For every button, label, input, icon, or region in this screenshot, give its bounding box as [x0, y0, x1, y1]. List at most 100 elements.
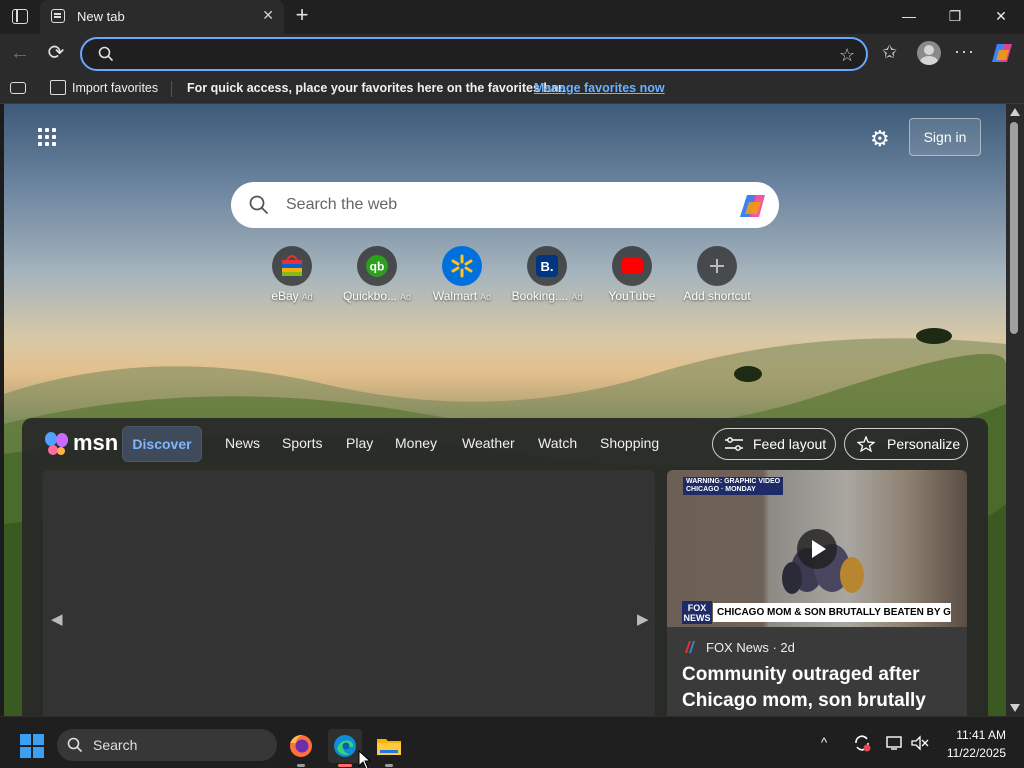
taskbar-file-explorer[interactable] [372, 729, 406, 767]
copilot-icon[interactable] [990, 42, 1014, 64]
shortcut-quickbooks[interactable]: qb Quickbo... Ad [335, 244, 419, 310]
tab-watch[interactable]: Watch [538, 435, 577, 451]
play-icon[interactable] [797, 529, 837, 569]
plus-icon [697, 246, 737, 286]
clock-time[interactable]: 11:41 AM [940, 728, 1006, 742]
quickbooks-icon: qb [357, 246, 397, 286]
newtab-page-icon [51, 9, 65, 23]
ebay-icon [272, 246, 312, 286]
carousel-prev-arrow-icon[interactable]: ◀ [51, 610, 63, 628]
msn-logo[interactable]: msn [44, 428, 118, 458]
taskbar-edge[interactable] [328, 729, 362, 767]
network-icon[interactable] [886, 735, 904, 751]
folder-icon [377, 739, 401, 755]
shortcut-label: Booking.... Ad [511, 289, 583, 303]
copilot-icon[interactable] [738, 192, 768, 220]
personalize-button[interactable]: Personalize [844, 428, 968, 460]
msn-butterfly-icon [45, 432, 68, 455]
restore-button[interactable]: ❐ [942, 5, 968, 27]
scroll-up-arrow-icon[interactable] [1010, 108, 1020, 116]
taskbar-firefox[interactable] [284, 729, 318, 767]
shortcut-label: Quickbo... Ad [342, 289, 412, 303]
add-shortcut-button[interactable]: Add shortcut [675, 244, 759, 310]
scroll-down-arrow-icon[interactable] [1010, 704, 1020, 712]
back-button[interactable]: ← [8, 41, 32, 65]
volume-muted-icon[interactable] [911, 735, 929, 751]
search-icon [249, 195, 269, 215]
taskbar-search-box[interactable]: Search [57, 729, 277, 761]
address-bar[interactable]: ☆ [80, 37, 868, 71]
divider [171, 81, 172, 97]
scrollbar-thumb[interactable] [1010, 122, 1018, 334]
import-icon[interactable] [50, 80, 66, 95]
running-indicator [297, 764, 305, 767]
favorites-bar-message: For quick access, place your favorites h… [187, 81, 566, 95]
feed-layout-button[interactable]: Feed layout [712, 428, 836, 460]
favorites-icon[interactable]: ✩ [882, 42, 897, 63]
svg-text:B.: B. [541, 259, 554, 274]
tab-weather[interactable]: Weather [462, 435, 515, 451]
shortcut-label: YouTube [608, 289, 656, 303]
page-settings-gear-icon[interactable]: ⚙ [870, 126, 890, 152]
mouse-cursor-icon [358, 750, 372, 768]
news-headline[interactable]: Community outraged after Chicago mom, so… [682, 662, 957, 714]
tab-news[interactable]: News [225, 435, 260, 451]
refresh-button[interactable]: ⟳ [44, 41, 68, 65]
search-placeholder[interactable]: Search the web [286, 196, 397, 214]
taskbar-search-label: Search [93, 737, 138, 753]
firefox-icon [290, 735, 312, 757]
sparkle-star-icon [857, 436, 875, 452]
tab-actions-icon[interactable] [12, 9, 28, 24]
shortcut-walmart[interactable]: Walmart Ad [420, 244, 504, 310]
fox-news-logo: FOX NEWS [682, 601, 712, 624]
new-tab-button[interactable]: + [290, 4, 314, 28]
profile-avatar[interactable] [917, 41, 941, 65]
apps-launcher-icon[interactable] [38, 128, 58, 148]
tab-new-tab[interactable]: New tab ✕ [40, 0, 284, 34]
sign-in-button[interactable]: Sign in [909, 118, 981, 156]
carousel-next-arrow-icon[interactable]: ▶ [637, 610, 649, 628]
more-options-icon[interactable]: ··· [954, 41, 975, 62]
svg-text:qb: qb [370, 260, 385, 274]
video-chyron: CHICAGO MOM & SON BRUTALLY BEATEN BY GRO… [713, 603, 951, 622]
tab-sports[interactable]: Sports [282, 435, 322, 451]
shortcut-label: Add shortcut [683, 289, 751, 303]
manage-favorites-link[interactable]: Manage favorites now [534, 81, 665, 95]
add-favorite-star-icon[interactable]: ☆ [839, 45, 855, 66]
msn-logo-text: msn [73, 430, 119, 455]
search-icon [67, 737, 83, 753]
page-scrollbar[interactable] [1006, 104, 1024, 716]
shortcut-booking[interactable]: B. Booking.... Ad [505, 244, 589, 310]
sync-status-icon[interactable] [852, 733, 872, 753]
msn-feed: msn Discover News Sports Play Money Weat… [22, 418, 988, 716]
graphic-warning-badge: WARNING: GRAPHIC VIDEO CHICAGO · MONDAY [683, 477, 784, 495]
windows-start-icon[interactable] [20, 734, 44, 758]
web-search-box[interactable]: Search the web [231, 182, 779, 228]
fox-news-source-icon [685, 641, 695, 653]
shortcut-ebay[interactable]: eBay Ad [250, 244, 334, 310]
import-favorites-link[interactable]: Import favorites [72, 81, 158, 95]
running-indicator [385, 764, 393, 767]
youtube-icon [612, 246, 652, 286]
clock-date[interactable]: 11/22/2025 [940, 746, 1006, 760]
shortcut-youtube[interactable]: YouTube [590, 244, 674, 310]
close-window-button[interactable]: ✕ [988, 5, 1014, 27]
minimize-button[interactable]: — [896, 5, 922, 27]
news-video-thumbnail[interactable]: WARNING: GRAPHIC VIDEO CHICAGO · MONDAY … [667, 470, 967, 627]
tab-discover[interactable]: Discover [122, 426, 202, 462]
tab-close-button[interactable]: ✕ [262, 7, 274, 24]
tab-shopping[interactable]: Shopping [600, 435, 659, 451]
edge-icon [334, 735, 356, 757]
news-card[interactable]: WARNING: GRAPHIC VIDEO CHICAGO · MONDAY … [667, 470, 967, 716]
tab-money[interactable]: Money [395, 435, 437, 451]
walmart-icon [442, 246, 482, 286]
booking-icon: B. [527, 246, 567, 286]
news-source[interactable]: FOX News · 2d [706, 640, 795, 655]
show-hidden-icons-chevron-icon[interactable]: ^ [821, 735, 827, 750]
tab-play[interactable]: Play [346, 435, 373, 451]
screen: New tab ✕ + — ❐ ✕ ← ⟳ ☆ ✩ ··· Import fav… [0, 0, 1024, 768]
tab-title: New tab [77, 9, 125, 24]
news-carousel[interactable]: ◀ ▶ [43, 470, 655, 716]
favorites-bar-toggle-icon[interactable] [10, 82, 26, 94]
tab-bar: New tab ✕ + — ❐ ✕ [0, 0, 1024, 34]
